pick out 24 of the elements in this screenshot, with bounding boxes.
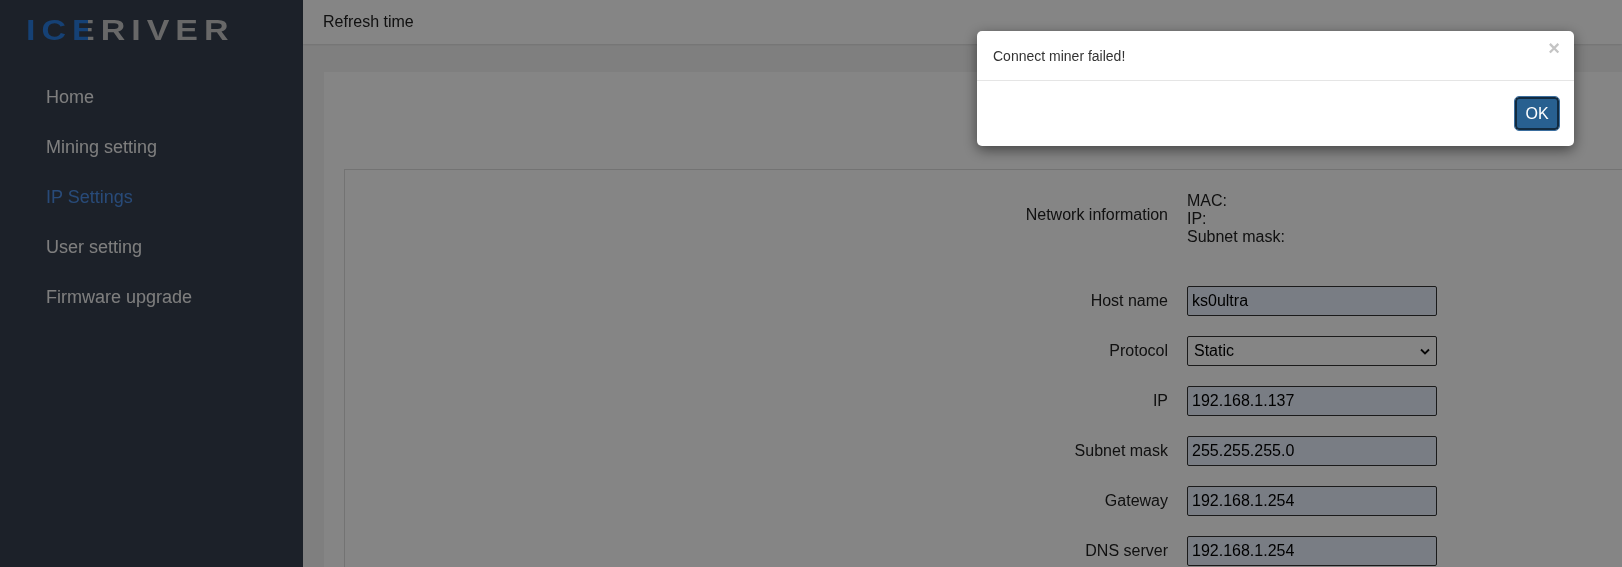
info-line: Subnet mask: (1187, 228, 1285, 246)
ok-button[interactable]: OK (1515, 97, 1559, 130)
field-label: DNS server (1084, 542, 1168, 560)
nav-link[interactable]: Home (0, 72, 303, 122)
input-field[interactable]: 255.255.255.0 (1187, 436, 1437, 466)
refresh-time-label: Refresh time (323, 13, 414, 31)
field-label: Subnet mask (1073, 442, 1168, 460)
field-label: Network information (1024, 206, 1168, 224)
info-line: IP: (1187, 210, 1208, 228)
input-field[interactable]: 192.168.1.137 (1187, 386, 1437, 416)
input-field[interactable]: 192.168.1.254 (1187, 536, 1437, 566)
field-label: Host name (1089, 292, 1168, 310)
info-line: MAC: (1187, 192, 1228, 210)
nav-link[interactable]: User setting (0, 222, 303, 272)
field-label: Gateway (1103, 492, 1168, 510)
field-label: IP (1151, 392, 1168, 410)
field-label: Protocol (1108, 342, 1168, 360)
chevron-down-icon (1420, 347, 1430, 355)
input-field[interactable]: ks0ultra (1187, 286, 1437, 316)
nav-link[interactable]: Mining setting (0, 122, 303, 172)
select-field[interactable]: Static (1187, 336, 1437, 366)
nav-link[interactable]: Firmware upgrade (0, 272, 303, 322)
input-field[interactable]: 192.168.1.254 (1187, 486, 1437, 516)
dialog-message: Connect miner failed! (993, 47, 1126, 64)
